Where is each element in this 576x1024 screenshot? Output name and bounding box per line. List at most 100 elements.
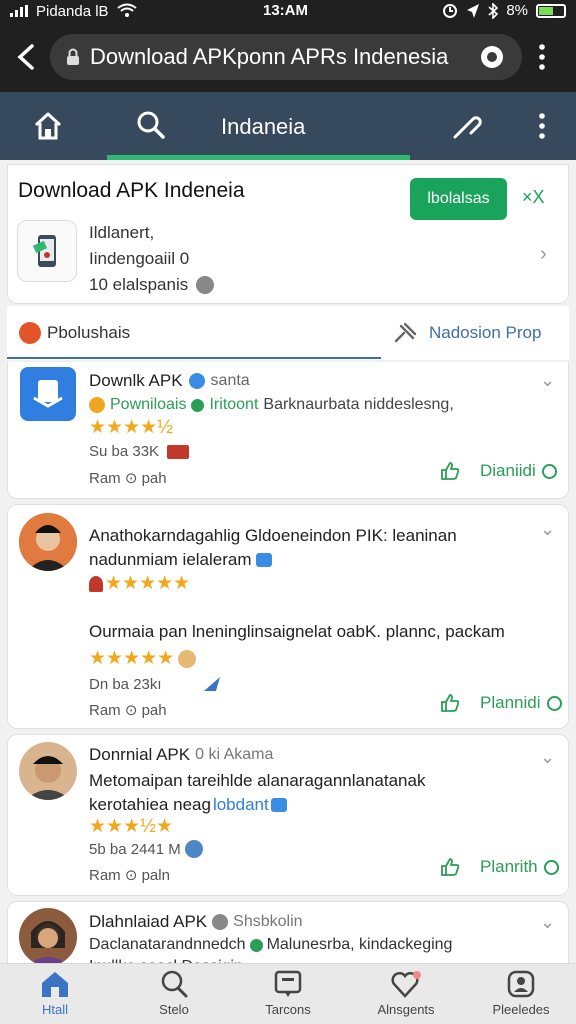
back-arrow-icon[interactable] bbox=[12, 42, 40, 72]
item-title: Donrnial APK bbox=[89, 745, 191, 764]
item-title-extra: 0 ki Akama bbox=[195, 746, 274, 763]
link-icon[interactable] bbox=[450, 110, 484, 142]
item-publisher: santa bbox=[210, 372, 250, 389]
gift-icon bbox=[167, 444, 190, 459]
bottom-nav-label: Htall bbox=[41, 1002, 68, 1017]
item-meta: Su ba 33K bbox=[89, 443, 160, 460]
verified-icon bbox=[188, 373, 205, 389]
app-info-line1: Ildlanert, bbox=[89, 223, 155, 242]
review-list-item[interactable]: Anathokarndagahlig Gldoeneindon PIK: lea… bbox=[7, 504, 569, 729]
item-action-label: Planrith bbox=[480, 857, 538, 876]
item-action-button[interactable]: Planrith bbox=[440, 857, 559, 877]
bottom-navigation: Htall Stelo Tarcons Alnsgents Pleeledes bbox=[0, 963, 576, 1024]
item-action-button[interactable]: Plannidi bbox=[440, 693, 562, 713]
rating-stars: ★★★½★ bbox=[89, 816, 173, 837]
bottom-nav-label: Stelo bbox=[159, 1002, 189, 1017]
avatar bbox=[19, 908, 77, 966]
thumbs-up-icon bbox=[441, 858, 460, 876]
bottom-nav-home[interactable]: Htall bbox=[5, 970, 105, 1017]
badge-icon bbox=[270, 798, 287, 812]
search-icon bbox=[161, 970, 188, 998]
address-bar[interactable]: Download APKponn APRs Indenesia bbox=[50, 34, 522, 80]
review-text-line3: Ourmaia pan lneninglinsaignelat oabK. pl… bbox=[89, 622, 505, 641]
item-footer: Ram ⊙ paln bbox=[89, 867, 170, 884]
chevron-down-icon[interactable]: ⌄ bbox=[540, 747, 555, 768]
chevron-down-icon[interactable]: ⌄ bbox=[540, 912, 555, 933]
item-action-label: Plannidi bbox=[480, 693, 541, 712]
item-action-label: Dianiidi bbox=[480, 461, 536, 480]
bottom-nav-label: Tarcons bbox=[265, 1002, 311, 1017]
review-text-line2: nadunmiam ielaleram bbox=[89, 550, 252, 569]
sort-dropdown[interactable]: Nadosion Prop bbox=[429, 323, 541, 343]
nav-title: Indaneia bbox=[221, 114, 306, 139]
item-title: Dlahnlaiad APK bbox=[89, 912, 208, 931]
more-kebab-icon[interactable] bbox=[530, 110, 554, 142]
wifi-icon bbox=[116, 3, 137, 17]
page-title: Download APK Indeneia bbox=[18, 179, 245, 202]
review-text-line1: Anathokarndagahlig Gldoeneindon PIK: lea… bbox=[89, 526, 457, 545]
item-category: Powniloais bbox=[110, 396, 187, 413]
home-icon bbox=[42, 972, 68, 997]
url-text: Download APKponn APRs Indenesia bbox=[90, 44, 449, 69]
status-time: 13:AM bbox=[263, 2, 309, 19]
info-circle-icon bbox=[541, 463, 557, 479]
info-circle-icon bbox=[543, 859, 559, 875]
active-tab-indicator bbox=[107, 155, 410, 160]
status-bar: Pidanda lB 13:AM 8% bbox=[0, 0, 576, 22]
app-info-line3: 10 elalspanis bbox=[89, 275, 189, 294]
chevron-right-icon[interactable]: › bbox=[540, 243, 547, 266]
thumbs-up-icon bbox=[441, 462, 460, 480]
chevron-down-icon[interactable]: ⌄ bbox=[540, 519, 555, 540]
filter-label[interactable]: Pbolushais bbox=[47, 323, 130, 343]
item-description: Barknaurbata niddeslesng, bbox=[263, 396, 454, 413]
home-icon[interactable] bbox=[30, 110, 66, 142]
close-button[interactable]: ×X bbox=[522, 187, 545, 208]
review-text-line1: Metomaipan tareihlde alanaragannlanatana… bbox=[89, 771, 426, 790]
item-title: Downlk APK bbox=[89, 371, 183, 390]
bottom-nav-profile[interactable]: Pleeledes bbox=[471, 970, 571, 1017]
battery-percent: 8% bbox=[506, 2, 528, 19]
item-action-button[interactable]: Dianiidi bbox=[440, 461, 557, 481]
category-icon bbox=[19, 322, 41, 344]
filter-underline bbox=[7, 357, 381, 359]
item-subcategory: Iritoont bbox=[209, 396, 259, 413]
app-navbar: Indaneia bbox=[0, 92, 576, 160]
bottom-nav-search[interactable]: Stelo bbox=[124, 970, 224, 1017]
app-info-line2: Iindengoaiil 0 bbox=[89, 249, 190, 268]
review-list-item[interactable]: Donrnial APK 0 ki Akama Metomaipan tarei… bbox=[7, 734, 569, 896]
app-icon bbox=[17, 220, 77, 282]
pin-icon[interactable] bbox=[393, 322, 417, 344]
bottom-nav-chat[interactable]: Tarcons bbox=[238, 970, 338, 1017]
item-meta: 5b ba 2441 M bbox=[89, 840, 181, 858]
review-text-line1: Daclanatarandnnedch bbox=[89, 936, 246, 953]
browser-toolbar: Download APKponn APRs Indenesia bbox=[0, 22, 576, 92]
globe-icon bbox=[191, 398, 205, 412]
signal-icon bbox=[10, 5, 28, 17]
search-icon[interactable] bbox=[134, 108, 168, 142]
avatar bbox=[19, 742, 77, 800]
item-footer: Ram ⊙ pah bbox=[89, 702, 167, 719]
location-icon bbox=[467, 3, 480, 18]
chevron-down-icon[interactable]: ⌄ bbox=[540, 370, 555, 391]
item-footer: Ram ⊙ pah bbox=[89, 470, 167, 487]
info-badge-icon bbox=[196, 276, 215, 294]
thumbs-up-icon bbox=[441, 694, 460, 712]
bottom-nav-favorites[interactable]: Alnsgents bbox=[356, 970, 456, 1017]
heart-icon bbox=[391, 971, 421, 998]
tabs-icon[interactable] bbox=[477, 42, 507, 72]
install-button[interactable]: lbolalsas bbox=[410, 178, 507, 220]
globe-icon bbox=[184, 840, 203, 858]
alarm-icon bbox=[443, 3, 458, 18]
avatar bbox=[19, 513, 77, 571]
badge-icon bbox=[255, 553, 272, 567]
review-link[interactable]: lobdant bbox=[213, 793, 269, 817]
app-icon bbox=[20, 367, 76, 421]
menu-kebab-icon[interactable] bbox=[530, 40, 554, 74]
item-meta: Dn ba 23kı bbox=[89, 675, 162, 693]
app-list-item[interactable]: Downlk APK santa Powniloais Iritoont Bar… bbox=[7, 362, 569, 499]
review-text-line2: kerotahiea neag bbox=[89, 795, 211, 814]
bluetooth-icon bbox=[488, 2, 499, 19]
chat-icon bbox=[274, 970, 302, 997]
bottom-nav-label: Alnsgents bbox=[377, 1002, 435, 1017]
globe-icon bbox=[249, 938, 263, 952]
